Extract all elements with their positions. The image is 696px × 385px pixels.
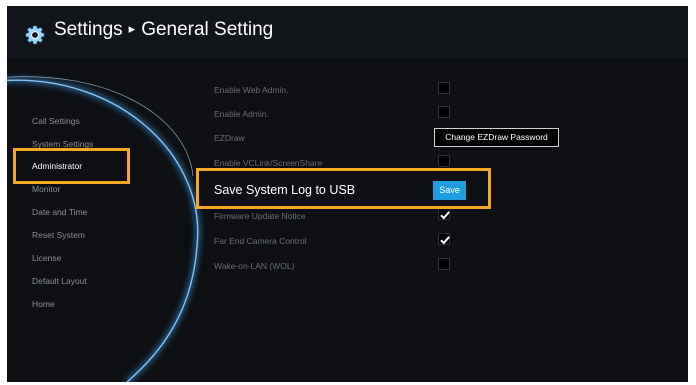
checkmark-icon: [440, 236, 450, 245]
sidebar-item-license[interactable]: License: [32, 253, 61, 263]
firmware-notice-checkbox[interactable]: [438, 208, 450, 220]
change-ezdraw-password-button[interactable]: Change EZDraw Password: [434, 128, 559, 147]
option-label-far-end-camera: Far End Camera Control: [214, 236, 307, 246]
option-label-admin: Enable Admin.: [214, 109, 269, 119]
option-label-ezdraw: EZDraw: [214, 133, 245, 143]
option-label-vclink: Enable VCLink/ScreenShare: [214, 158, 323, 168]
option-label-web-admin: Enable Web Admin.: [214, 85, 289, 95]
save-log-highlight-box: [196, 168, 491, 209]
sidebar-item-home[interactable]: Home: [32, 299, 55, 309]
sidebar-item-monitor[interactable]: Monitor: [32, 184, 60, 194]
sidebar-item-default-layout[interactable]: Default Layout: [32, 276, 87, 286]
sidebar-item-reset-system[interactable]: Reset System: [32, 230, 85, 240]
option-label-wol: Wake-on-LAN (WOL): [214, 261, 295, 271]
wol-checkbox[interactable]: [438, 258, 450, 270]
web-admin-checkbox[interactable]: [438, 82, 450, 94]
admin-checkbox[interactable]: [438, 106, 450, 118]
administrator-highlight-box: [13, 148, 130, 184]
sidebar-item-call-settings[interactable]: Call Settings: [32, 116, 80, 126]
sidebar-item-date-and-time[interactable]: Date and Time: [32, 207, 87, 217]
vclink-checkbox[interactable]: [438, 155, 450, 167]
option-label-firmware-notice: Firmware Update Notice: [214, 211, 306, 221]
checkmark-icon: [440, 211, 450, 220]
far-end-camera-checkbox[interactable]: [438, 233, 450, 245]
